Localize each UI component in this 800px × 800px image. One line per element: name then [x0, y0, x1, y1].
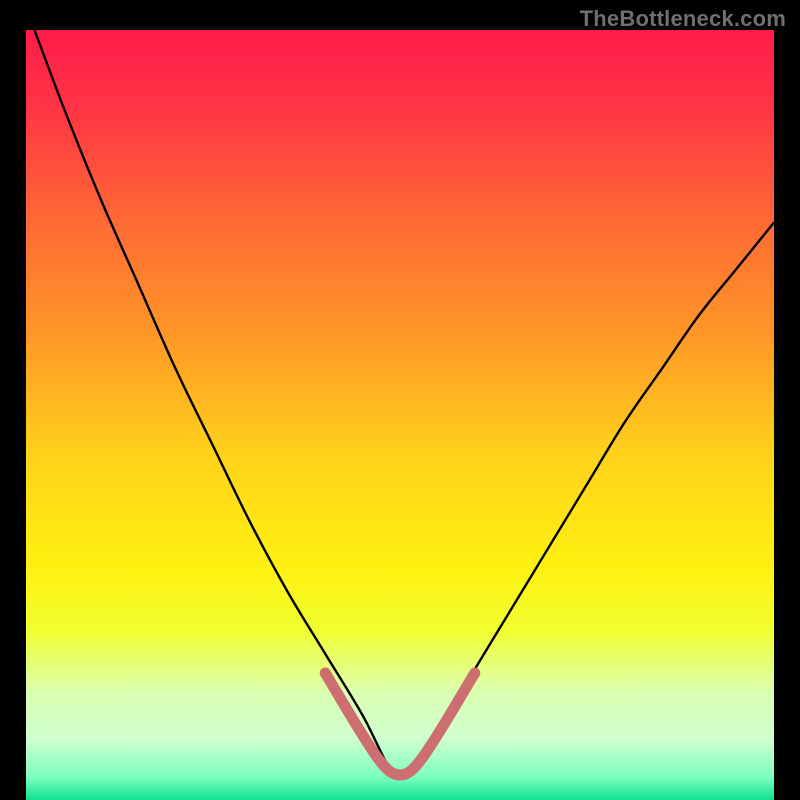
- gradient-bg: [26, 30, 774, 800]
- bottleneck-chart: [26, 30, 774, 800]
- watermark-text: TheBottleneck.com: [580, 6, 786, 32]
- plot-area: [26, 30, 774, 800]
- chart-frame: TheBottleneck.com: [0, 0, 800, 800]
